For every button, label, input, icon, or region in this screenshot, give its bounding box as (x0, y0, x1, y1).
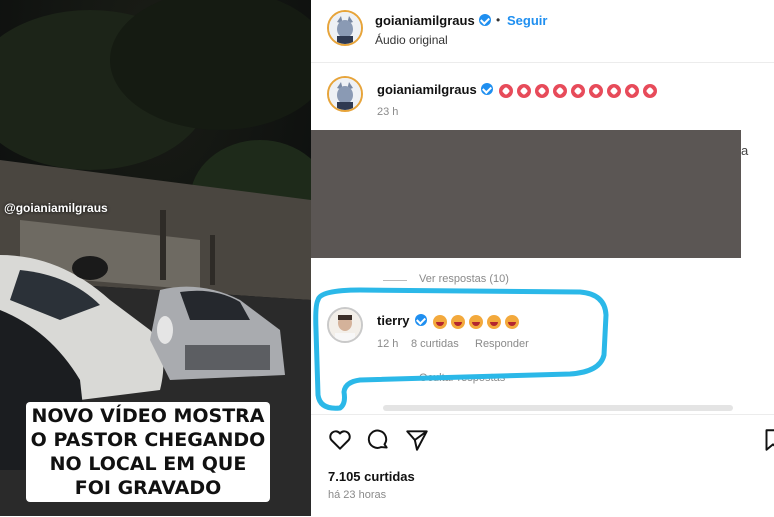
comment-time: 12 h (377, 338, 399, 350)
post-date: há 23 horas (328, 489, 387, 501)
laughing-emoji-icon (451, 314, 465, 329)
post-header: goianiamilgraus • Seguir Áudio original (311, 0, 774, 63)
caption-username[interactable]: goianiamilgraus (377, 82, 477, 97)
follow-button[interactable]: Seguir (507, 13, 547, 28)
laughing-emoji-icon (487, 314, 501, 329)
partial-text: a (741, 143, 749, 158)
video-panel[interactable]: @goianiamilgraus NOVO VÍDEO MOSTRA O PAS… (0, 0, 311, 516)
hide-replies-link[interactable]: Ocultar respostas (419, 372, 505, 384)
header-username[interactable]: goianiamilgraus (375, 13, 475, 28)
kiss-emoji-icon (553, 83, 567, 98)
avatar-image (329, 78, 361, 110)
redacted-block (311, 130, 741, 258)
laughing-emoji-icon (505, 314, 519, 329)
replies-divider (383, 280, 407, 281)
laughing-emoji-icon (433, 314, 447, 329)
avatar[interactable] (327, 10, 363, 46)
laughing-emoji-icon (469, 314, 483, 329)
reply-button[interactable]: Responder (475, 338, 529, 350)
comment-emojis (433, 313, 523, 331)
audio-label[interactable]: Áudio original (375, 33, 448, 47)
comment-avatar[interactable] (327, 307, 363, 343)
view-replies-link[interactable]: Ver respostas (10) (419, 273, 509, 285)
video-caption: NOVO VÍDEO MOSTRA O PASTOR CHEGANDO NO L… (26, 402, 270, 502)
avatar-image (329, 309, 361, 341)
kiss-emoji-icon (535, 83, 549, 98)
kiss-emoji-icon (571, 83, 585, 98)
avatar-image (329, 12, 361, 44)
next-comment-preview (383, 405, 733, 411)
caption-emojis (499, 82, 661, 100)
header-separator: • (496, 13, 501, 27)
kiss-emoji-icon (589, 83, 603, 98)
kiss-emoji-icon (499, 83, 513, 98)
comment-likes[interactable]: 8 curtidas (411, 338, 459, 350)
verified-icon (479, 14, 491, 26)
heart-icon[interactable] (327, 427, 353, 453)
video-watermark: @goianiamilgraus (4, 201, 108, 215)
bookmark-icon[interactable] (763, 427, 774, 453)
kiss-emoji-icon (607, 83, 621, 98)
verified-icon (481, 83, 493, 95)
kiss-emoji-icon (517, 83, 531, 98)
kiss-emoji-icon (625, 83, 639, 98)
caption-time: 23 h (377, 106, 399, 118)
verified-icon (415, 314, 427, 326)
action-bar: 7.105 curtidas há 23 horas (311, 414, 774, 517)
caption-avatar[interactable] (327, 76, 363, 112)
kiss-emoji-icon (643, 83, 657, 98)
share-icon[interactable] (404, 427, 430, 453)
likes-count[interactable]: 7.105 curtidas (328, 469, 415, 484)
comment-username[interactable]: tierry (377, 313, 410, 328)
comment-icon[interactable] (365, 427, 391, 453)
post-panel: goianiamilgraus • Seguir Áudio original … (311, 0, 774, 516)
